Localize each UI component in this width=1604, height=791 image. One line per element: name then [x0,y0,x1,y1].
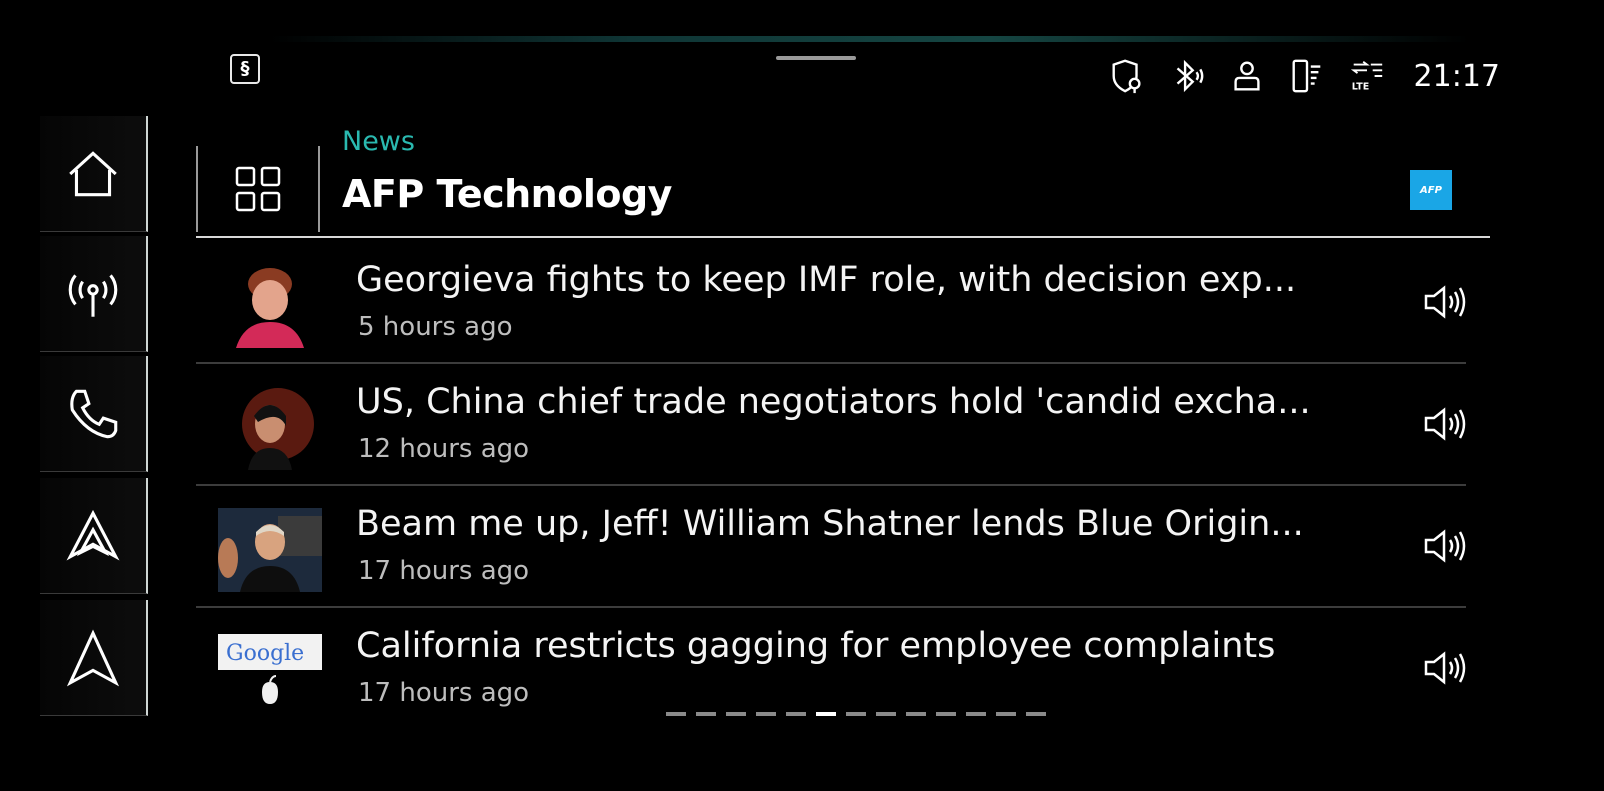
rail-phone-button[interactable] [40,356,148,472]
news-time: 5 hours ago [358,312,513,342]
afp-logo[interactable]: AFP [1410,170,1452,210]
google-logo-text: Google [226,641,304,666]
page-dot[interactable] [756,712,776,716]
app-badge-icon[interactable]: § [230,54,260,84]
status-bar: § LTE 21:17 [190,36,1530,116]
afp-logo-text: AFP [1420,184,1442,196]
news-headline: Georgieva fights to keep IMF role, with … [356,260,1297,300]
speaker-icon [1424,529,1466,563]
page-dot[interactable] [1026,712,1046,716]
news-thumbnail: Google [218,630,322,714]
read-aloud-button[interactable] [1422,526,1468,566]
speaker-icon [1424,285,1466,319]
status-icons: LTE 21:17 [1108,54,1500,98]
news-time: 17 hours ago [358,678,530,708]
carplay-icon [66,509,120,560]
page-title: AFP Technology [342,172,672,216]
news-headline: Beam me up, Jeff! William Shatner lends … [356,504,1304,544]
category-label: News [342,126,415,157]
phone-battery-icon [1292,59,1320,93]
home-icon [69,150,117,196]
speaker-icon [1424,651,1466,685]
page-dot[interactable] [876,712,896,716]
page-dot[interactable] [816,712,836,716]
page-dot[interactable] [936,712,956,716]
news-screen: § LTE 21:17 News AFP Technology AFP Geor… [190,36,1530,776]
news-list: Georgieva fights to keep IMF role, with … [196,242,1466,728]
lte-data-icon: LTE [1350,60,1382,92]
news-thumbnail [218,264,322,348]
page-dot[interactable] [996,712,1016,716]
page-indicator[interactable] [666,712,1046,716]
news-headline: US, China chief trade negotiators hold '… [356,382,1311,422]
read-aloud-button[interactable] [1422,282,1468,322]
user-icon [1233,61,1260,91]
page-dot[interactable] [696,712,716,716]
news-item[interactable]: Google California restricts gagging for … [196,608,1466,728]
location-privacy-icon [1112,59,1141,94]
news-item[interactable]: Beam me up, Jeff! William Shatner lends … [196,486,1466,608]
page-dot[interactable] [846,712,866,716]
drag-handle[interactable] [776,56,856,60]
read-aloud-button[interactable] [1422,404,1468,444]
rail-radio-button[interactable] [40,236,148,352]
bluetooth-icon [1176,59,1203,93]
news-thumbnail [218,508,322,592]
read-aloud-button[interactable] [1422,648,1468,688]
page-dot[interactable] [726,712,746,716]
news-time: 17 hours ago [358,556,530,586]
phone-icon [70,389,118,438]
news-item[interactable]: US, China chief trade negotiators hold '… [196,364,1466,486]
radio-icon [68,273,118,317]
news-headline: California restricts gagging for employe… [356,626,1276,666]
navigation-icon [66,628,120,686]
page-dot[interactable] [666,712,686,716]
clock: 21:17 [1413,58,1500,94]
page-header: News AFP Technology AFP [196,116,1490,238]
news-time: 12 hours ago [358,434,530,464]
svg-text:LTE: LTE [1351,81,1368,92]
app-grid-button[interactable] [196,146,320,232]
page-dot[interactable] [786,712,806,716]
page-dot[interactable] [966,712,986,716]
grid-icon [235,166,281,212]
rail-navigation-button[interactable] [40,600,148,716]
rail-home-button[interactable] [40,116,148,232]
speaker-icon [1424,407,1466,441]
left-rail [0,0,150,791]
rail-carplay-button[interactable] [40,478,148,594]
news-item[interactable]: Georgieva fights to keep IMF role, with … [196,242,1466,364]
page-dot[interactable] [906,712,926,716]
news-thumbnail [218,386,322,470]
